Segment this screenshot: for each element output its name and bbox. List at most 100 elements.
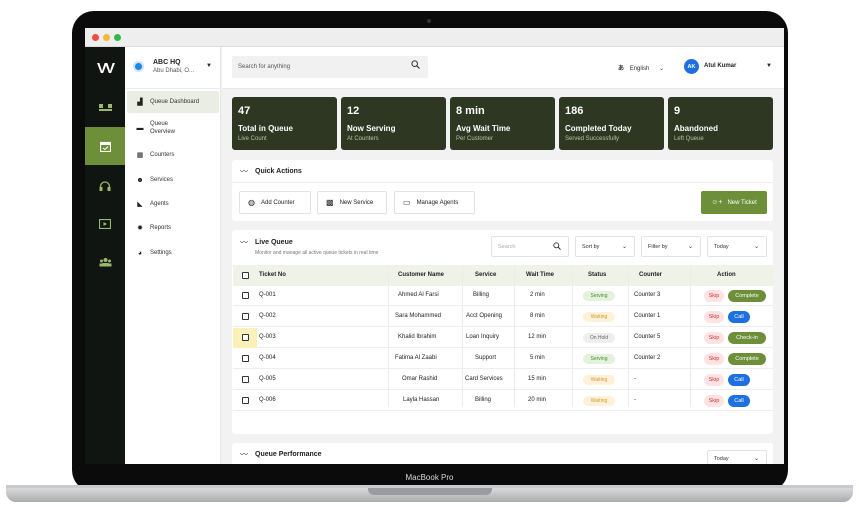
search-placeholder: Search for anything — [238, 64, 291, 70]
row-checkbox[interactable] — [242, 313, 249, 320]
row-checkbox[interactable] — [242, 397, 249, 404]
customer-name: Layla Hassan — [403, 397, 440, 403]
table-row[interactable]: Q-005 Omar Rashid Card Services 15 min W… — [233, 370, 774, 390]
table-row[interactable]: Q-001 Ahmed Al Farsi Billing 2 min Servi… — [233, 286, 774, 306]
rail-video-icon[interactable] — [85, 205, 125, 243]
sidebar-item-label: Reports — [150, 225, 172, 231]
new-ticket-button[interactable]: ☺+ New Ticket — [701, 191, 767, 214]
new-service-button[interactable]: ▩ New Service — [317, 191, 387, 214]
activity-icon: 〰 — [240, 167, 248, 176]
sidebar-item-settings[interactable]: ◕ Settings — [127, 242, 219, 264]
org-avatar — [133, 61, 144, 72]
language-selector[interactable]: あ English ⌄ — [618, 63, 664, 72]
search-icon[interactable] — [411, 60, 420, 71]
sidebar-item-label: Counters — [150, 152, 175, 158]
caret-down-icon[interactable]: ▼ — [766, 63, 772, 69]
maximize-window-dot[interactable] — [114, 34, 121, 41]
megaphone-icon: ◣ — [137, 201, 143, 208]
divider — [232, 182, 773, 183]
stat-sub: Served Successfully — [565, 136, 620, 142]
complete-button[interactable]: Complete — [728, 353, 766, 365]
sidebar-item-reports[interactable]: ✹ Reports — [127, 217, 219, 239]
skip-button[interactable]: Skip — [704, 311, 724, 323]
queue-search-input[interactable]: Search — [491, 236, 569, 257]
rail-calendar-icon[interactable] — [85, 127, 125, 165]
stat-label: Completed Today — [565, 124, 632, 133]
org-switcher[interactable]: ABC HQ Abu Dhabi, O... ▼ — [125, 47, 221, 89]
sort-by-dropdown[interactable]: Sort by ⌄ — [575, 236, 635, 257]
check-in-button[interactable]: Check-in — [728, 332, 766, 344]
manage-agents-button[interactable]: ▭ Manage Agents — [394, 191, 475, 214]
service: Billing — [475, 397, 492, 403]
close-window-dot[interactable] — [92, 34, 99, 41]
call-button[interactable]: Call — [728, 311, 750, 323]
status-badge: On Hold — [583, 333, 615, 343]
performance-range-dropdown[interactable]: Today ⌄ — [707, 450, 767, 464]
filter-by-dropdown[interactable]: Filter by ⌄ — [641, 236, 701, 257]
select-all-checkbox[interactable] — [242, 272, 249, 279]
call-button[interactable]: Call — [728, 395, 750, 407]
sidebar-item-services[interactable]: ☻ Services — [127, 169, 219, 191]
sidebar-item-queue-dashboard[interactable]: ▟ Queue Dashboard — [127, 91, 219, 113]
user-name[interactable]: Atul Kumar — [704, 63, 736, 69]
row-select-cell — [233, 391, 257, 411]
call-button[interactable]: Call — [728, 374, 750, 386]
row-checkbox[interactable] — [242, 355, 249, 362]
skip-button[interactable]: Skip — [704, 395, 724, 407]
chevron-down-icon: ⌄ — [621, 244, 627, 250]
laptop-notch — [368, 488, 492, 495]
row-checkbox[interactable] — [242, 376, 249, 383]
dropdown-label: Sort by — [582, 243, 600, 250]
calendar-icon: ▦ — [136, 152, 144, 159]
wait-time: 15 min — [528, 376, 547, 382]
row-select-cell — [233, 349, 257, 369]
table-row[interactable]: Q-002 Sara Mohammed Acct Opening 8 min W… — [233, 307, 774, 327]
stat-card-total-in-queue: 47 Total in Queue Live Count — [232, 97, 337, 150]
sidebar-item-counters[interactable]: ▦ Counters — [127, 144, 219, 166]
rail-headset-icon[interactable] — [85, 167, 125, 205]
screen: VV ABC HQ Abu Dhabi, O... ▼ ▟ Queue Dash… — [85, 28, 784, 464]
date-range-dropdown[interactable]: Today ⌄ — [707, 236, 767, 257]
customer-name: Omar Rashid — [402, 376, 438, 382]
counter: Counter 1 — [634, 313, 661, 319]
table-row[interactable]: Q-003 Khalid Ibrahim Loan Inquiry 12 min… — [233, 328, 774, 348]
search-icon — [553, 242, 561, 252]
sidebar-item-label: Agents — [150, 201, 169, 207]
row-checkbox[interactable] — [242, 292, 249, 299]
globe-icon: ◍ — [248, 198, 255, 207]
rail-network-icon[interactable] — [85, 89, 125, 127]
sidebar-item-label: Queue Dashboard — [150, 99, 200, 105]
user-avatar[interactable]: AK — [684, 59, 699, 74]
sidebar-item-agents[interactable]: ◣ Agents — [127, 193, 219, 215]
org-location: Abu Dhabi, O... — [153, 68, 195, 74]
skip-button[interactable]: Skip — [704, 332, 724, 344]
row-select-cell — [233, 370, 257, 390]
skip-button[interactable]: Skip — [704, 290, 724, 302]
table-row[interactable]: Q-004 Fatima Al Zaabi Support 5 min Serv… — [233, 349, 774, 369]
stat-label: Total in Queue — [238, 124, 293, 133]
sidebar-item-label: Queue Overview — [150, 121, 176, 135]
device-model-label: MacBook Pro — [405, 473, 454, 482]
complete-button[interactable]: Complete — [728, 290, 766, 302]
chevron-down-icon: ⌄ — [753, 456, 759, 462]
stat-label: Avg Wait Time — [456, 124, 511, 133]
customer-name: Sara Mohammed — [395, 313, 442, 319]
app: VV ABC HQ Abu Dhabi, O... ▼ ▟ Queue Dash… — [85, 47, 784, 464]
service: Support — [475, 355, 497, 361]
skip-button[interactable]: Skip — [704, 374, 724, 386]
row-checkbox[interactable] — [242, 334, 249, 341]
live-queue-title: Live Queue — [255, 239, 293, 246]
skip-button[interactable]: Skip — [704, 353, 724, 365]
settings-icon: ◕ — [137, 249, 143, 257]
row-select-cell — [233, 307, 257, 327]
table-row[interactable]: Q-006 Layla Hassan Billing 20 min Waitin… — [233, 391, 774, 411]
global-search-input[interactable]: Search for anything — [232, 56, 428, 78]
sidebar-item-queue-overview[interactable]: ▬ Queue Overview — [127, 115, 219, 141]
add-counter-button[interactable]: ◍ Add Counter — [239, 191, 311, 214]
minimize-window-dot[interactable] — [103, 34, 110, 41]
stat-value: 47 — [238, 105, 251, 117]
queue-performance-title: Queue Performance — [255, 451, 322, 458]
sidebar-item-label: Services — [150, 177, 174, 183]
counter: Counter 5 — [634, 334, 661, 340]
rail-team-icon[interactable] — [85, 243, 125, 281]
